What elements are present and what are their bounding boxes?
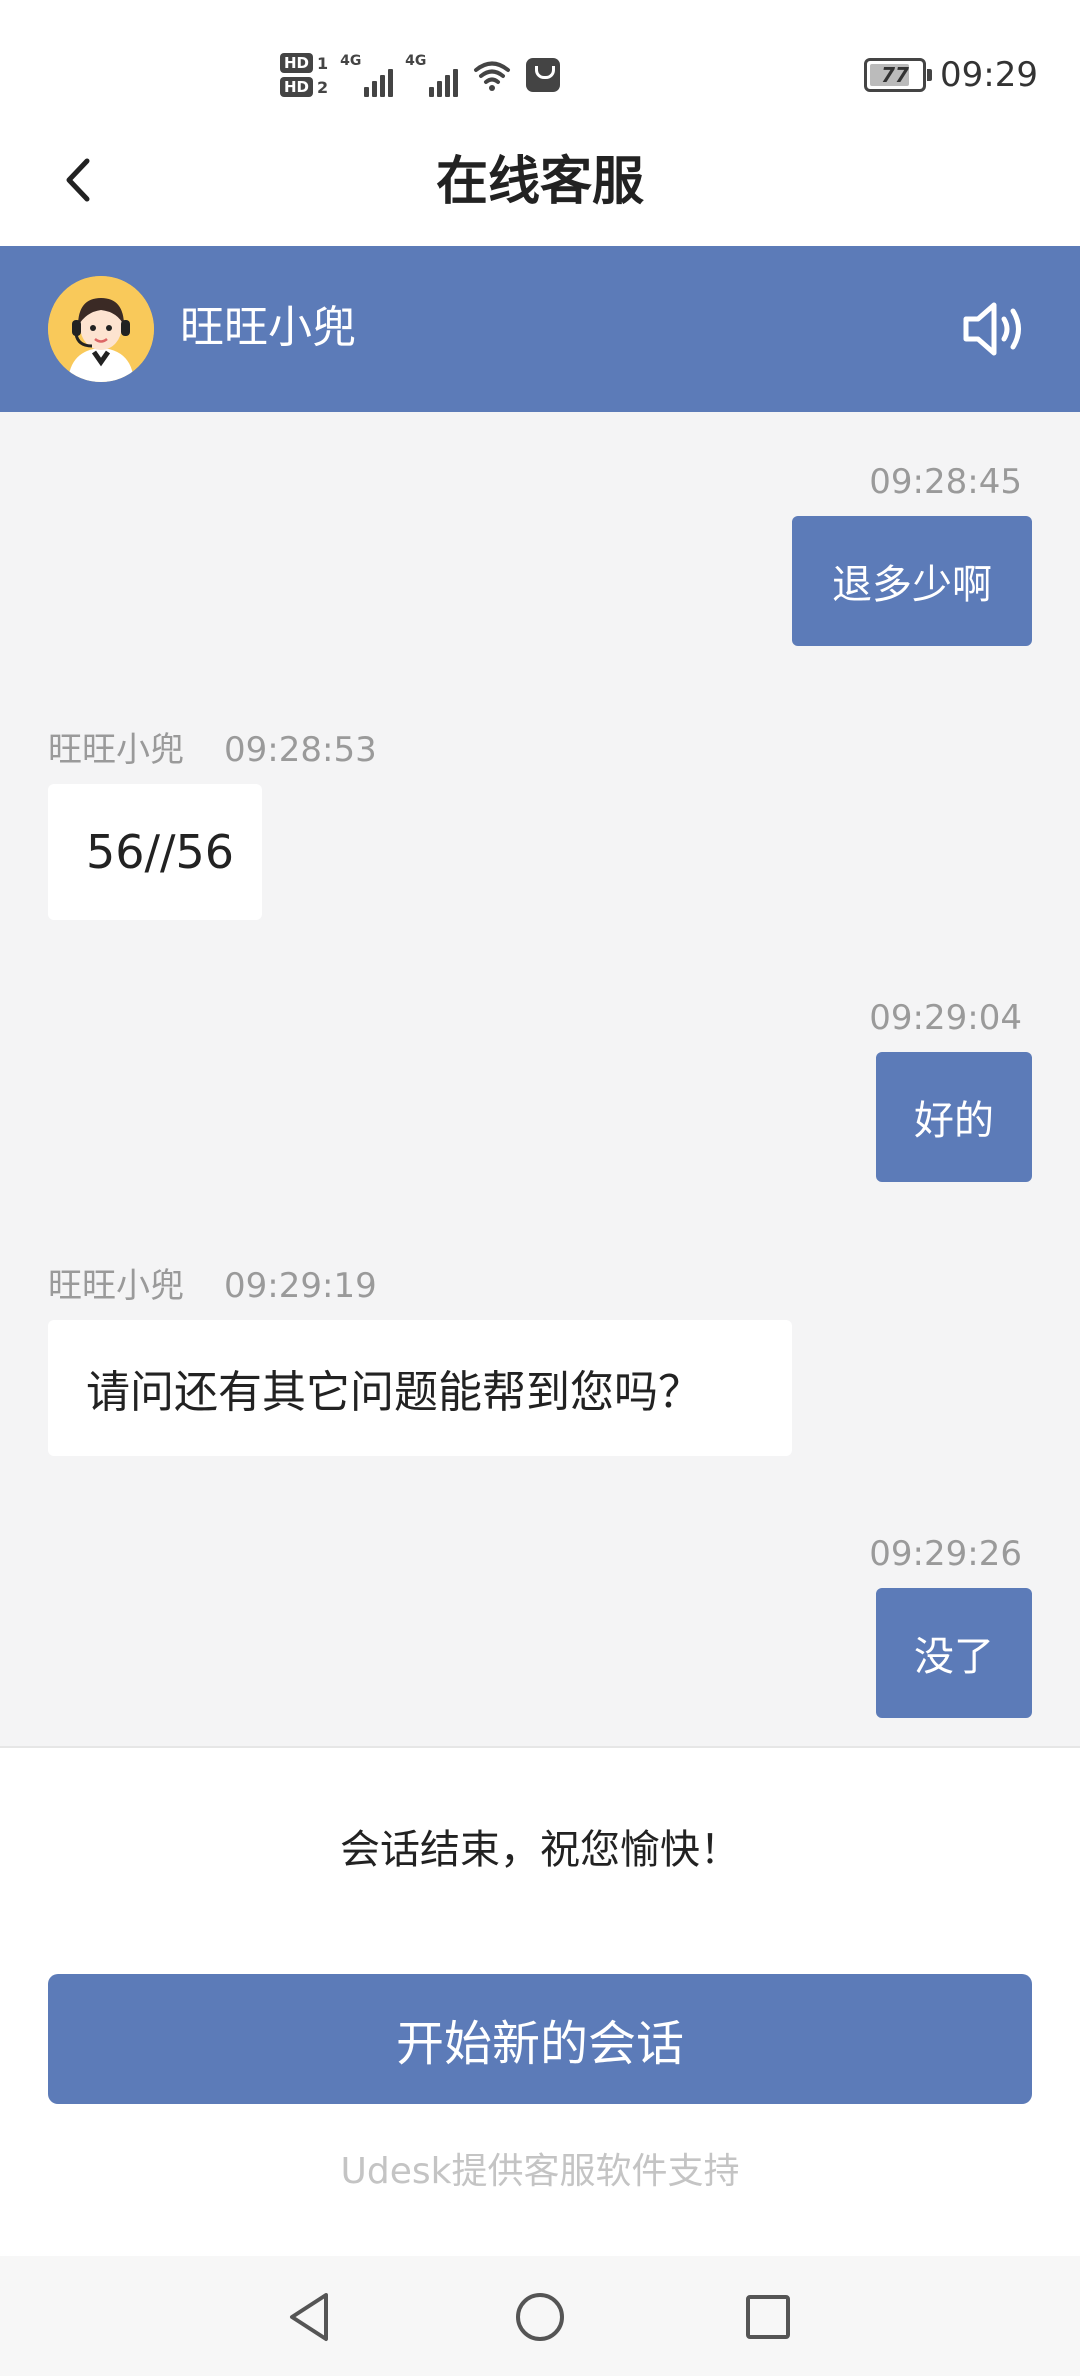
circle-home-icon	[516, 2293, 564, 2341]
speaker-icon	[963, 302, 1021, 356]
outgoing-message-bubble[interactable]: 退多少啊	[792, 516, 1032, 646]
customer-service-avatar-icon	[48, 276, 154, 382]
hd-badge-2: HD	[280, 77, 314, 97]
page-title: 在线客服	[435, 152, 644, 212]
agent-avatar	[48, 276, 154, 382]
battery-icon: 77	[864, 58, 933, 92]
message-sender: 旺旺小兜	[48, 730, 184, 770]
shopping-bag-icon	[526, 58, 561, 92]
hd-indicators: HD 1 HD 2	[280, 53, 328, 97]
message-timestamp: 09:28:45	[869, 462, 1022, 502]
square-recents-icon	[746, 2295, 790, 2339]
powered-by-text: Udesk提供客服软件支持	[340, 2151, 740, 2192]
outgoing-message-bubble[interactable]: 好的	[876, 1052, 1032, 1182]
agent-header	[0, 246, 1080, 412]
message-timestamp: 09:29:26	[869, 1534, 1022, 1574]
incoming-message-meta: 旺旺小兜 09:28:53	[48, 728, 377, 772]
speaker-toggle-button[interactable]	[958, 292, 1032, 366]
hd-badge-1: HD	[280, 53, 314, 73]
nav-home-button[interactable]	[505, 2282, 575, 2352]
incoming-message-bubble[interactable]: 请问还有其它问题能帮到您吗？	[48, 1320, 792, 1456]
message-timestamp: 09:29:04	[869, 998, 1022, 1038]
battery-level: 77	[881, 63, 909, 87]
status-time: 09:29	[940, 55, 1038, 95]
triangle-back-icon	[290, 2293, 328, 2341]
agent-name: 旺旺小兜	[180, 302, 356, 353]
status-indicators-left: HD 1 HD 2 4G 4G	[280, 44, 561, 106]
nav-back-button[interactable]	[274, 2282, 344, 2352]
incoming-message-bubble[interactable]: 56//56	[48, 784, 262, 920]
signal-icon-sim2: 4G	[405, 53, 459, 97]
message-timestamp: 09:28:53	[224, 730, 377, 770]
session-ended-text: 会话结束，祝您愉快！	[340, 1827, 740, 1873]
incoming-message-meta: 旺旺小兜 09:29:19	[48, 1264, 377, 1308]
outgoing-message-bubble[interactable]: 没了	[876, 1588, 1032, 1718]
message-timestamp: 09:29:19	[224, 1266, 377, 1306]
nav-recents-button[interactable]	[733, 2282, 803, 2352]
start-new-chat-button[interactable]: 开始新的会话	[48, 1974, 1032, 2104]
divider	[0, 1746, 1080, 1748]
status-indicators-right: 77 09:29	[864, 50, 1038, 100]
message-sender: 旺旺小兜	[48, 1266, 184, 1306]
wifi-icon	[474, 61, 511, 91]
signal-icon-sim1: 4G	[340, 53, 394, 97]
